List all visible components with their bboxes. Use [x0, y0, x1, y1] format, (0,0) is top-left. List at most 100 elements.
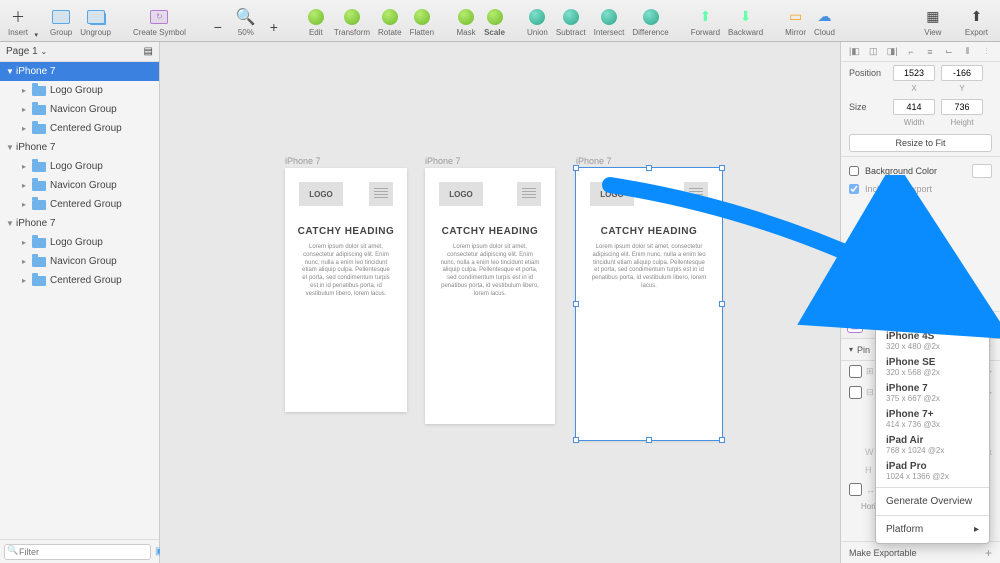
intersect-button[interactable]: Intersect [590, 5, 629, 37]
align-check[interactable] [849, 483, 862, 496]
device-preset-item[interactable]: iPhone 7375 x 667 @2x [876, 380, 989, 406]
pin-check-2[interactable] [849, 386, 862, 399]
transform-button[interactable]: Transform [330, 5, 374, 37]
artboard-label[interactable]: iPhone 7 [576, 156, 612, 166]
edit-icon [306, 7, 326, 27]
device-preset-item[interactable]: iPad Pro1024 x 1366 @2x [876, 458, 989, 484]
distribute-h-icon[interactable]: ⫴ [961, 45, 975, 59]
mirror-button[interactable]: ▭Mirror [781, 5, 810, 37]
ungroup-button[interactable]: Ungroup [76, 5, 115, 37]
layer-group[interactable]: ▸Logo Group [0, 157, 159, 176]
selection-handle[interactable] [646, 437, 652, 443]
artboard-3-selected[interactable]: LOGO CATCHY HEADING Lorem ipsum dolor si… [576, 168, 722, 440]
generate-overview[interactable]: Generate Overview [876, 491, 989, 512]
device-preset-item[interactable]: iPhone SE320 x 568 @2x [876, 354, 989, 380]
create-symbol-button[interactable]: ↻Create Symbol [129, 5, 190, 37]
selection-handle[interactable] [719, 301, 725, 307]
include-export-checkbox[interactable] [849, 184, 859, 194]
mask-button[interactable]: Mask [452, 5, 480, 37]
forward-button[interactable]: ⬆Forward [687, 5, 724, 37]
layer-group[interactable]: ▸Navicon Group [0, 176, 159, 195]
mask-icon [456, 7, 476, 27]
subtract-icon [561, 7, 581, 27]
distribute-v-icon[interactable]: ⫶ [980, 45, 994, 59]
backward-button[interactable]: ⬇Backward [724, 5, 767, 37]
edit-button[interactable]: Edit [302, 5, 330, 37]
folder-icon [32, 276, 46, 286]
layer-group[interactable]: ▸Centered Group [0, 195, 159, 214]
device-preset-item[interactable]: iPhone 4S320 x 480 @2x [876, 328, 989, 354]
layer-group[interactable]: ▸Centered Group [0, 119, 159, 138]
zoom-indicator[interactable]: 🔍50% [232, 5, 260, 37]
artboard-label[interactable]: iPhone 7 [285, 156, 321, 166]
layer-group[interactable]: ▸Centered Group [0, 271, 159, 290]
size-h-input[interactable] [941, 99, 983, 115]
export-button[interactable]: ⬆Export [961, 5, 992, 37]
layer-group[interactable]: ▸Navicon Group [0, 252, 159, 271]
selection-handle[interactable] [573, 437, 579, 443]
align-top-icon[interactable]: ⌐ [904, 45, 918, 59]
selection-handle[interactable] [573, 165, 579, 171]
resize-to-fit-button[interactable]: Resize to Fit [849, 134, 992, 152]
align-hcenter-icon[interactable]: ◫ [866, 45, 880, 59]
pos-y-input[interactable] [941, 65, 983, 81]
canvas[interactable]: iPhone 7 LOGO CATCHY HEADING Lorem ipsum… [160, 42, 840, 563]
navicon-block [684, 182, 708, 206]
pin-check-1[interactable] [849, 365, 862, 378]
flatten-icon [412, 7, 432, 27]
toolbar: ＋Insert Group Ungroup ↻Create Symbol − 🔍… [0, 0, 1000, 42]
artboard-1[interactable]: LOGO CATCHY HEADING Lorem ipsum dolor si… [285, 168, 407, 412]
selection-handle[interactable] [719, 165, 725, 171]
layer-artboard[interactable]: ▼ iPhone 7 [0, 62, 159, 81]
bg-color-swatch[interactable] [972, 164, 992, 178]
device-preset-item[interactable]: iPhone 7+414 x 736 @3x [876, 406, 989, 432]
flatten-button[interactable]: Flatten [406, 5, 438, 37]
layers-list: ▼ iPhone 7▸Logo Group▸Navicon Group▸Cent… [0, 62, 159, 539]
layer-artboard[interactable]: ▼ iPhone 7 [0, 214, 159, 233]
plus-icon[interactable]: + [985, 546, 992, 560]
device-preset-popup: iPhone 4S320 x 480 @2xiPhone SE320 x 568… [875, 324, 990, 544]
zoom-out-button[interactable]: − [204, 15, 232, 37]
union-button[interactable]: Union [523, 5, 552, 37]
view-button[interactable]: ▦View [919, 5, 947, 37]
page-list-icon[interactable]: ▤ [144, 46, 153, 57]
layer-group[interactable]: ▸Navicon Group [0, 100, 159, 119]
rotate-button[interactable]: Rotate [374, 5, 406, 37]
artboard-2[interactable]: LOGO CATCHY HEADING Lorem ipsum dolor si… [425, 168, 555, 424]
selection-handle[interactable] [573, 301, 579, 307]
layer-group[interactable]: ▸Logo Group [0, 233, 159, 252]
layer-group[interactable]: ▸Logo Group [0, 81, 159, 100]
folder-icon [32, 238, 46, 248]
navicon-block [369, 182, 393, 206]
layer-artboard[interactable]: ▼ iPhone 7 [0, 138, 159, 157]
backward-icon: ⬇ [736, 7, 756, 27]
bg-color-checkbox[interactable] [849, 166, 859, 176]
folder-icon [32, 162, 46, 172]
plus-icon: ＋ [8, 7, 28, 27]
insert-button[interactable]: ＋Insert [4, 5, 32, 37]
scale-button[interactable]: Scale [480, 5, 509, 37]
selection-handle[interactable] [646, 165, 652, 171]
pos-x-input[interactable] [893, 65, 935, 81]
rotate-icon [380, 7, 400, 27]
cloud-button[interactable]: ☁Cloud [810, 5, 839, 37]
zoom-in-button[interactable]: + [260, 15, 288, 37]
symbol-icon: ↻ [149, 7, 169, 27]
align-vcenter-icon[interactable]: ≡ [923, 45, 937, 59]
logo-block: LOGO [590, 182, 634, 206]
size-w-input[interactable] [893, 99, 935, 115]
subtract-button[interactable]: Subtract [552, 5, 590, 37]
platform-submenu[interactable]: Platform▸ [876, 519, 989, 540]
align-bottom-icon[interactable]: ⌙ [942, 45, 956, 59]
page-selector[interactable]: Page 1 ⌄ ▤ [0, 42, 159, 62]
align-left-icon[interactable]: |◧ [847, 45, 861, 59]
artboard-label[interactable]: iPhone 7 [425, 156, 461, 166]
difference-button[interactable]: Difference [628, 5, 672, 37]
group-button[interactable]: Group [46, 5, 76, 37]
make-exportable[interactable]: Make Exportable+ [841, 541, 1000, 563]
filter-input[interactable] [4, 544, 151, 560]
selection-handle[interactable] [719, 437, 725, 443]
align-right-icon[interactable]: ◨| [885, 45, 899, 59]
device-preset-item[interactable]: iPad Air768 x 1024 @2x [876, 432, 989, 458]
logo-block: LOGO [439, 182, 483, 206]
